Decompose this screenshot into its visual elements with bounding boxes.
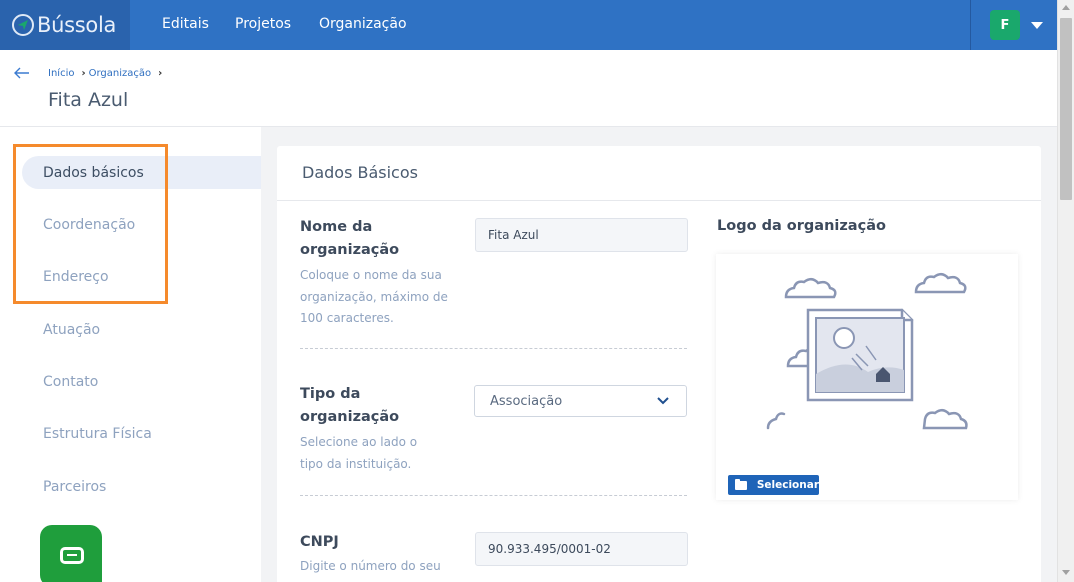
breadcrumb-inicio[interactable]: Início	[48, 68, 74, 79]
scroll-up-icon[interactable]	[1062, 5, 1070, 10]
scroll-down-icon[interactable]	[1062, 570, 1070, 575]
caret-down-icon[interactable]	[1031, 22, 1043, 29]
page-scrollbar[interactable]	[1057, 0, 1074, 582]
card-divider	[277, 200, 1041, 201]
select-logo-button[interactable]: Selecionar	[728, 475, 819, 495]
field-divider	[300, 495, 687, 496]
select-logo-label: Selecionar	[756, 479, 819, 491]
dados-basicos-card: Dados Básicos Nome da organização Coloqu…	[277, 146, 1041, 582]
chevron-right-icon: ›	[158, 68, 163, 79]
tipo-select-value: Associação	[490, 393, 563, 409]
back-arrow-icon[interactable]	[14, 64, 30, 83]
app-logo[interactable]: Bússola	[0, 0, 130, 50]
nav-projetos[interactable]: Projetos	[235, 16, 291, 32]
tipo-select[interactable]: Associação	[474, 385, 687, 417]
breadcrumb: Início › Organização ›	[48, 68, 165, 79]
sidebar-item-atuacao[interactable]: Atuação	[22, 313, 261, 346]
card-title: Dados Básicos	[302, 163, 418, 182]
page-header: Início › Organização › Fita Azul	[0, 50, 1057, 127]
chat-button[interactable]	[40, 525, 102, 582]
user-menu[interactable]: F	[970, 0, 1057, 50]
tipo-label: Tipo da organização	[300, 386, 400, 425]
sidebar-item-estrutura-fisica[interactable]: Estrutura Física	[22, 417, 261, 450]
app-logo-text: Bússola	[37, 13, 117, 37]
image-placeholder-icon	[766, 273, 968, 430]
chevron-down-icon	[657, 397, 669, 405]
page-title: Fita Azul	[48, 89, 129, 111]
sidebar-item-contato[interactable]: Contato	[22, 365, 261, 398]
breadcrumb-organizacao[interactable]: Organização	[89, 68, 152, 79]
chevron-right-icon: ›	[81, 68, 86, 79]
highlight-annotation	[13, 144, 168, 304]
compass-icon	[12, 14, 34, 36]
top-navbar: Bússola Editais Projetos Organização F	[0, 0, 1057, 50]
logo-label: Logo da organização	[717, 218, 886, 234]
avatar[interactable]: F	[990, 10, 1020, 40]
nome-help: Coloque o nome da sua organização, máxim…	[300, 268, 448, 325]
scroll-thumb[interactable]	[1060, 18, 1072, 200]
nav-organizacao[interactable]: Organização	[319, 16, 407, 32]
logo-upload-panel: Selecionar	[716, 254, 1018, 500]
chat-icon	[60, 547, 84, 564]
nav-editais[interactable]: Editais	[162, 16, 209, 32]
nome-label: Nome da organização	[300, 219, 400, 258]
cnpj-help: Digite o número do seu	[300, 559, 441, 573]
cnpj-label: CNPJ	[300, 534, 339, 550]
nome-input[interactable]: Fita Azul	[475, 218, 688, 252]
field-divider	[300, 348, 687, 349]
folder-icon	[735, 478, 747, 490]
cnpj-input[interactable]: 90.933.495/0001-02	[475, 532, 688, 566]
tipo-help: Selecione ao lado o tipo da instituição.	[300, 435, 418, 471]
sidebar-item-parceiros[interactable]: Parceiros	[22, 470, 261, 503]
